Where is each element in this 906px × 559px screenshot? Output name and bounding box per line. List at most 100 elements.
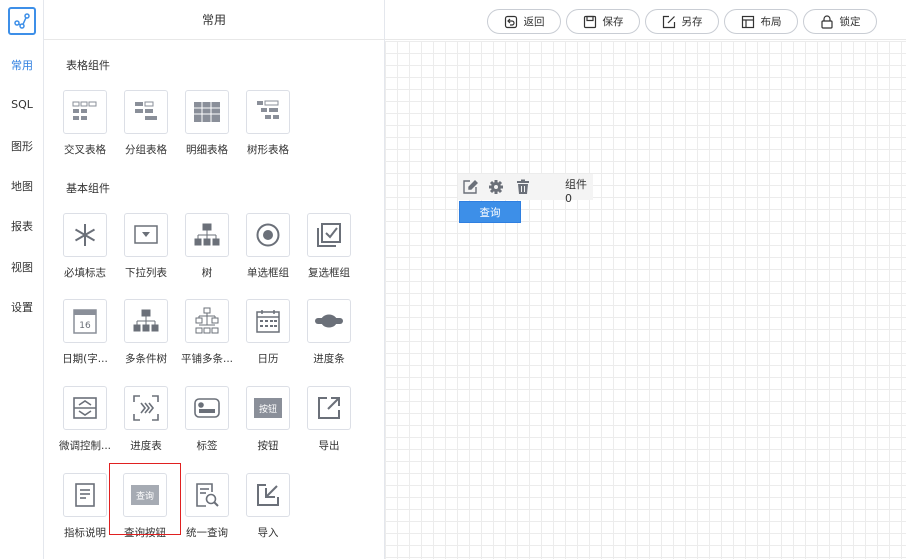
back-button[interactable]: 返回 bbox=[487, 9, 561, 34]
canvas-widget[interactable]: 组件0 查询 bbox=[458, 174, 593, 224]
comp-label: 必填标志 bbox=[64, 267, 106, 279]
comp-cross-table[interactable]: 交叉表格 bbox=[54, 90, 116, 157]
comp-progress-bar[interactable]: 进度条 bbox=[298, 299, 360, 366]
layout-button[interactable]: 布局 bbox=[724, 9, 798, 34]
comp-label: 标签 bbox=[196, 440, 218, 452]
comp-label: 下拉列表 bbox=[125, 267, 167, 279]
export-icon bbox=[307, 386, 351, 430]
calendar-icon bbox=[246, 299, 290, 343]
multi-tree-icon bbox=[124, 299, 168, 343]
comp-label: 查询按钮 bbox=[124, 527, 166, 539]
comp-import[interactable]: 导入 bbox=[237, 473, 299, 540]
comp-dropdown[interactable]: 下拉列表 bbox=[115, 213, 177, 280]
comp-checkbox-group[interactable]: 复选框组 bbox=[298, 213, 360, 280]
comp-unified-query[interactable]: 统一查询 bbox=[176, 473, 238, 540]
comp-label: 统一查询 bbox=[186, 527, 228, 539]
layout-label: 布局 bbox=[760, 16, 782, 28]
comp-query-button[interactable]: 查询 查询按钮 bbox=[109, 463, 181, 539]
rail-tab-common[interactable]: 常用 bbox=[0, 57, 44, 73]
comp-label: 树形表格 bbox=[247, 144, 289, 156]
gear-icon[interactable] bbox=[488, 179, 504, 198]
doc-icon bbox=[63, 473, 107, 517]
comp-group-table[interactable]: 分组表格 bbox=[115, 90, 177, 157]
comp-label: 多条件树 bbox=[125, 353, 167, 365]
design-canvas[interactable]: 组件0 查询 bbox=[385, 41, 906, 559]
toolbar: 返回 保存 另存 布局 锁定 bbox=[385, 0, 906, 40]
comp-multi-tree[interactable]: 多条件树 bbox=[115, 299, 177, 366]
comp-label: 导出 bbox=[318, 440, 340, 452]
save-as-button[interactable]: 另存 bbox=[645, 9, 719, 34]
import-icon bbox=[246, 473, 290, 517]
back-label: 返回 bbox=[523, 16, 545, 28]
tag-icon bbox=[185, 386, 229, 430]
widget-name: 组件0 bbox=[565, 178, 587, 205]
panel-title: 常用 bbox=[44, 0, 384, 40]
comp-label: 分组表格 bbox=[125, 144, 167, 156]
asterisk-icon bbox=[63, 213, 107, 257]
unified-query-icon bbox=[185, 473, 229, 517]
save-as-icon bbox=[662, 15, 675, 28]
component-panel: 常用 表格组件 交叉表格 分组表格 明细表格 树形表格 基本组件 必填标志 下拉… bbox=[44, 0, 385, 559]
rail-tab-report[interactable]: 报表 bbox=[0, 218, 44, 234]
edit-icon[interactable] bbox=[462, 179, 478, 198]
comp-label: 明细表格 bbox=[186, 144, 228, 156]
lock-button[interactable]: 锁定 bbox=[803, 9, 877, 34]
save-icon bbox=[583, 15, 596, 28]
rail-tab-map[interactable]: 地图 bbox=[0, 178, 44, 194]
rail-tab-sql[interactable]: SQL bbox=[0, 98, 44, 111]
tree-icon bbox=[185, 213, 229, 257]
comp-button[interactable]: 按钮 按钮 bbox=[237, 386, 299, 453]
query-button[interactable]: 查询 bbox=[459, 201, 521, 223]
comp-tag[interactable]: 标签 bbox=[176, 386, 238, 453]
layout-icon bbox=[741, 15, 754, 28]
comp-label: 复选框组 bbox=[308, 267, 350, 279]
comp-detail-table[interactable]: 明细表格 bbox=[176, 90, 238, 157]
button-icon: 按钮 bbox=[246, 386, 290, 430]
checkbox-icon bbox=[307, 213, 351, 257]
group-table-icon bbox=[124, 90, 168, 134]
comp-date[interactable]: 16 日期(字... bbox=[54, 299, 116, 366]
section-title-basic: 基本组件 bbox=[66, 182, 110, 195]
comp-label: 按钮 bbox=[257, 440, 279, 452]
date-icon-text: 16 bbox=[79, 321, 91, 331]
comp-label: 交叉表格 bbox=[64, 144, 106, 156]
comp-label: 日期(字... bbox=[62, 353, 108, 365]
back-icon bbox=[504, 15, 517, 28]
comp-label: 微调控制... bbox=[58, 440, 111, 452]
rail-tab-graphics[interactable]: 图形 bbox=[0, 138, 44, 154]
comp-label: 平铺多条... bbox=[180, 353, 233, 365]
save-as-label: 另存 bbox=[681, 16, 703, 28]
cross-table-icon bbox=[63, 90, 107, 134]
rail-tab-settings[interactable]: 设置 bbox=[0, 299, 44, 315]
tiled-tree-icon bbox=[185, 299, 229, 343]
rail-tab-view[interactable]: 视图 bbox=[0, 259, 44, 275]
query-button-icon: 查询 bbox=[123, 473, 167, 517]
save-button[interactable]: 保存 bbox=[566, 9, 640, 34]
comp-export[interactable]: 导出 bbox=[298, 386, 360, 453]
comp-tree[interactable]: 树 bbox=[176, 213, 238, 280]
comp-calendar[interactable]: 日历 bbox=[237, 299, 299, 366]
comp-label: 指标说明 bbox=[64, 527, 106, 539]
progress-table-icon bbox=[124, 386, 168, 430]
comp-label: 树 bbox=[201, 267, 213, 279]
share-nodes-icon[interactable] bbox=[8, 7, 36, 35]
section-title-table: 表格组件 bbox=[66, 59, 110, 72]
lock-icon bbox=[820, 14, 833, 29]
left-rail: 常用 SQL 图形 地图 报表 视图 设置 bbox=[0, 0, 44, 559]
comp-label: 日历 bbox=[257, 353, 279, 365]
comp-progress-table[interactable]: 进度表 bbox=[115, 386, 177, 453]
comp-spinner[interactable]: 微调控制... bbox=[54, 386, 116, 453]
comp-required-mark[interactable]: 必填标志 bbox=[54, 213, 116, 280]
comp-label: 进度表 bbox=[130, 440, 162, 452]
comp-label: 进度条 bbox=[313, 353, 345, 365]
radio-icon bbox=[246, 213, 290, 257]
detail-table-icon bbox=[185, 90, 229, 134]
comp-indicator-doc[interactable]: 指标说明 bbox=[54, 473, 116, 540]
spinner-icon bbox=[63, 386, 107, 430]
query-button-icon-text: 查询 bbox=[136, 490, 154, 502]
dropdown-icon bbox=[124, 213, 168, 257]
comp-tiled-tree[interactable]: 平铺多条... bbox=[176, 299, 238, 366]
trash-icon[interactable] bbox=[515, 179, 531, 198]
comp-radio-group[interactable]: 单选框组 bbox=[237, 213, 299, 280]
comp-tree-table[interactable]: 树形表格 bbox=[237, 90, 299, 157]
